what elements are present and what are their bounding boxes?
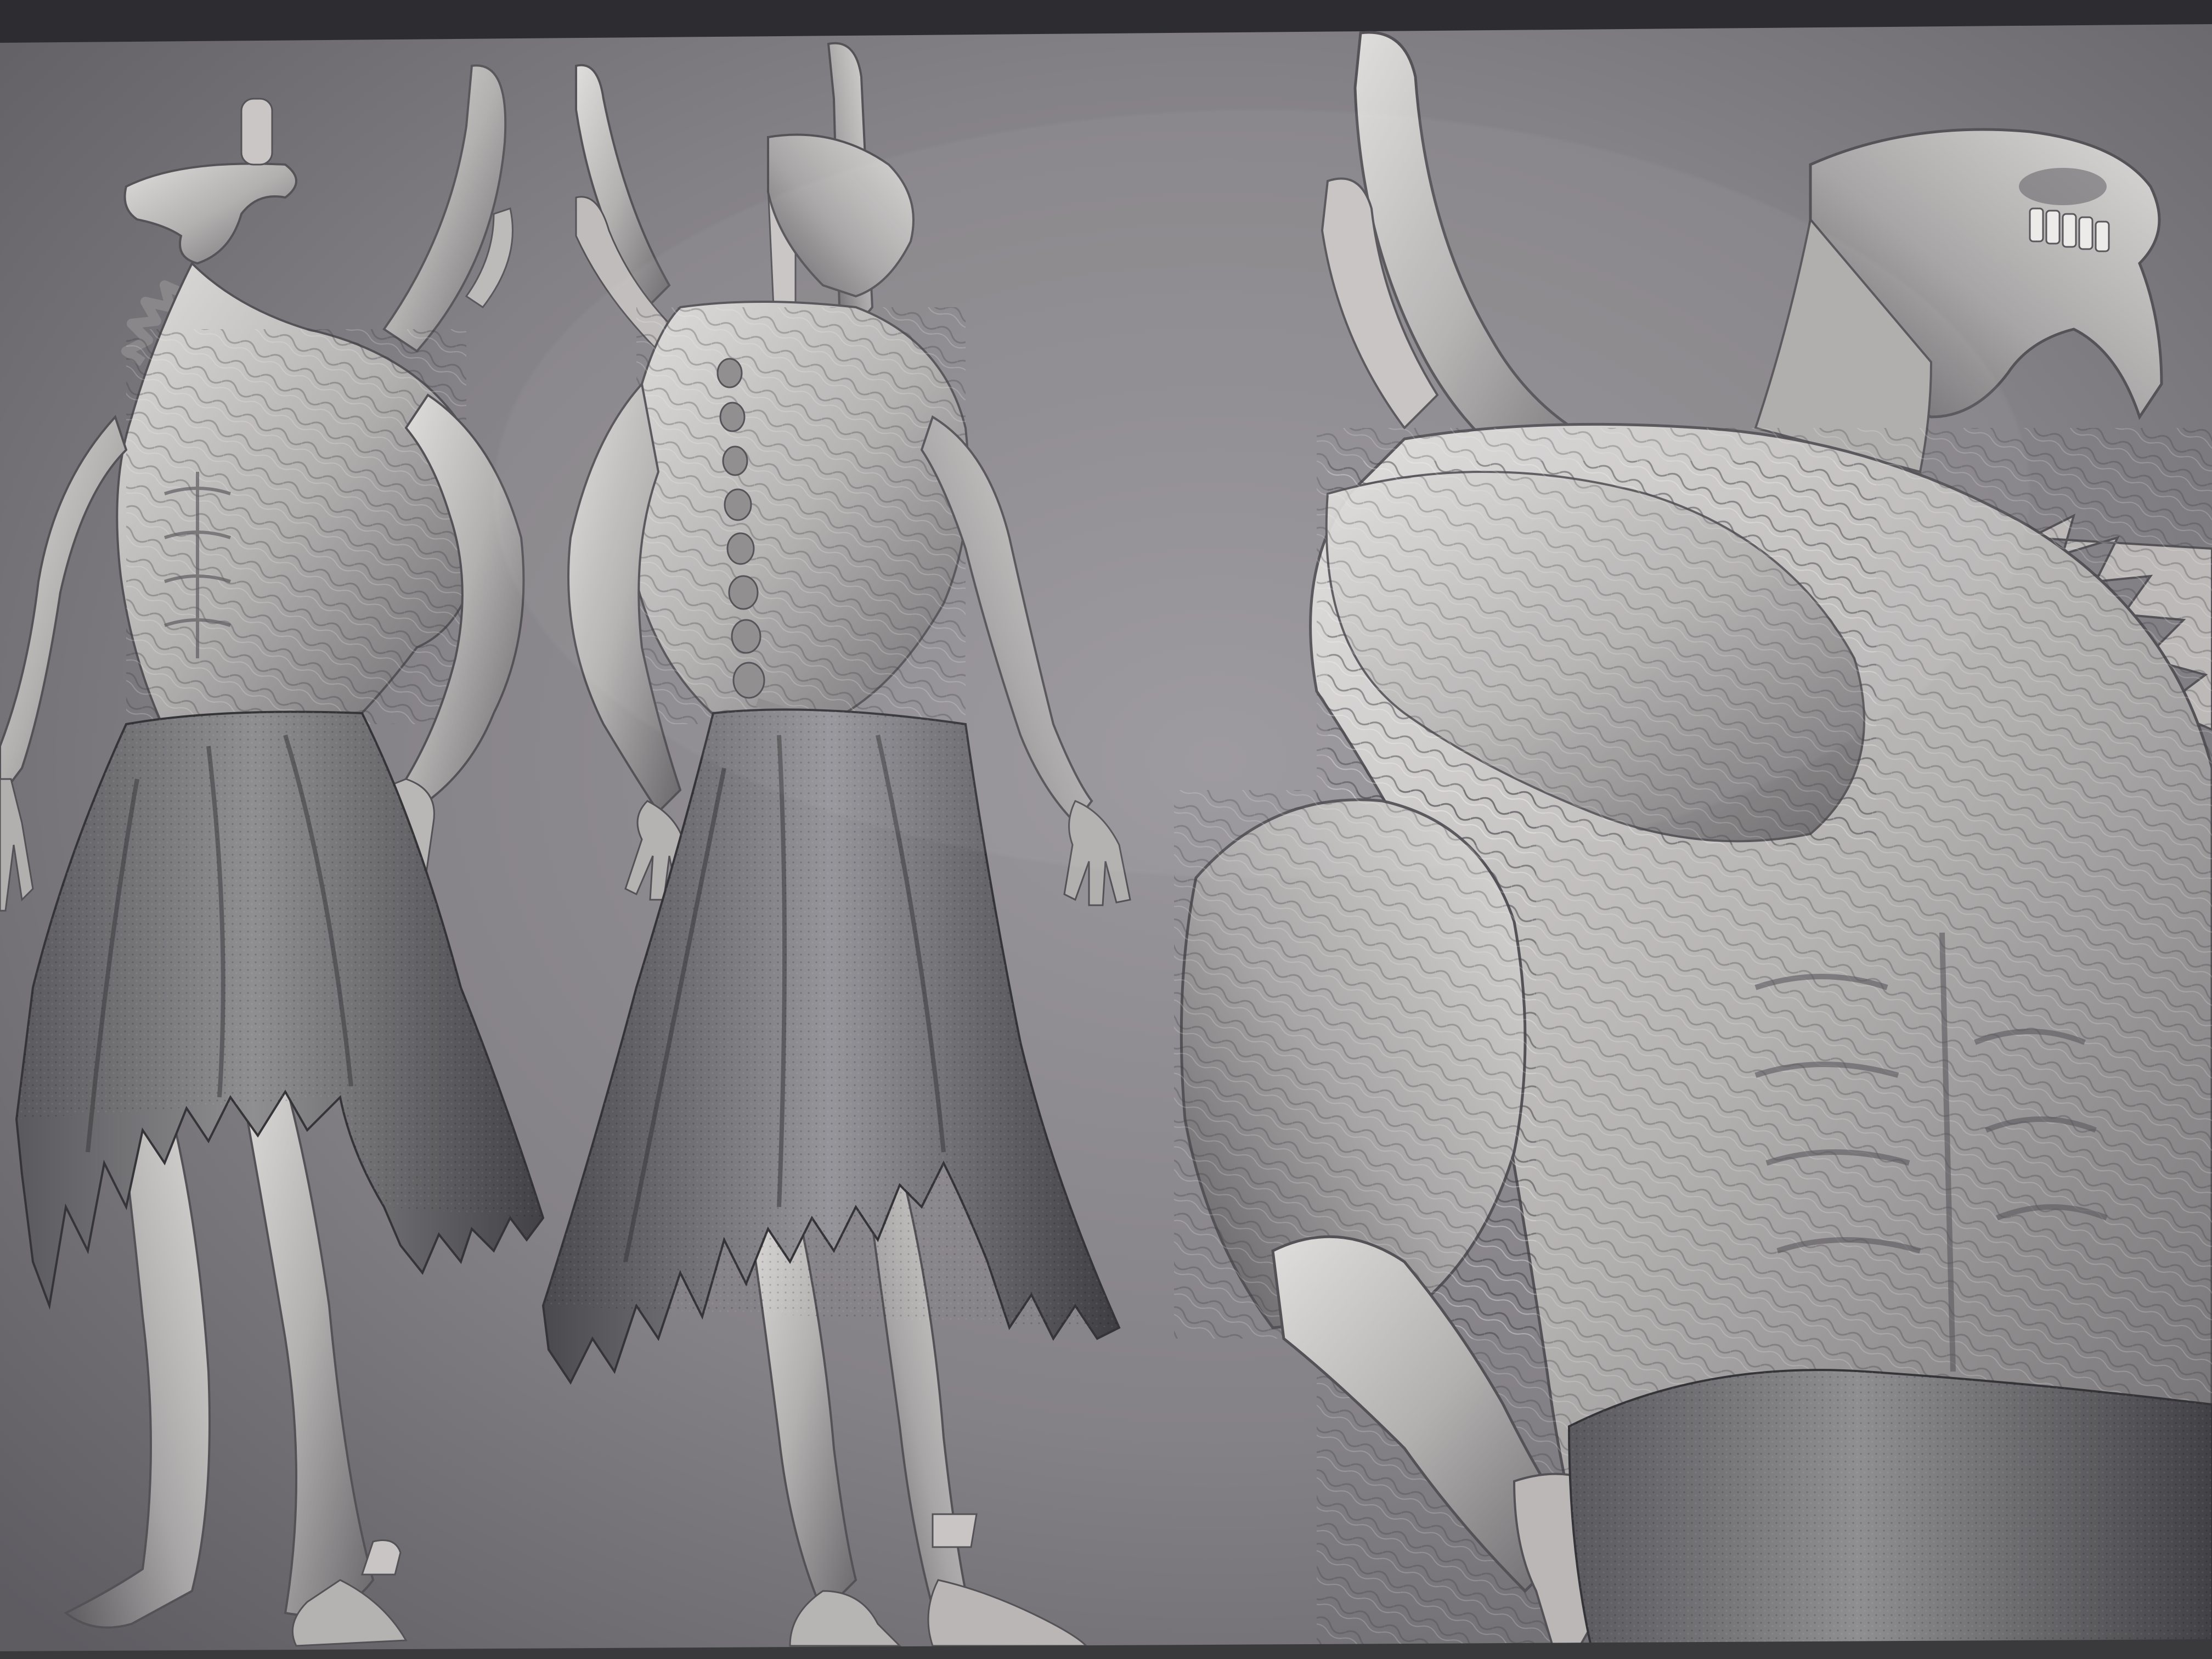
photo-of-monitor [0, 0, 2212, 1659]
photo-canvas [0, 0, 2212, 1659]
screen-glare [494, 110, 2030, 878]
